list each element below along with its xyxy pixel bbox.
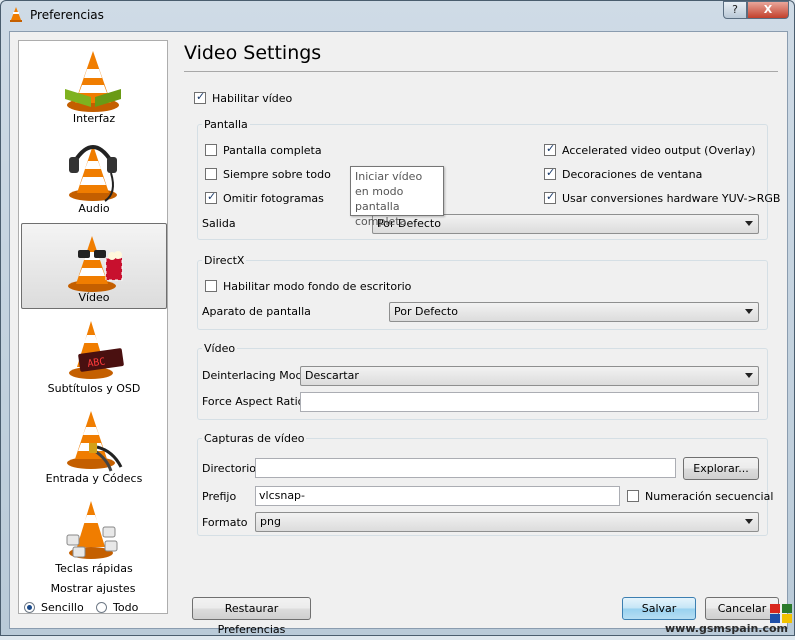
checkbox-box[interactable] xyxy=(194,90,206,104)
snapshot-dir-input[interactable] xyxy=(255,458,676,478)
display-device-label: Aparato de pantalla xyxy=(202,305,311,318)
snapshot-prefix-input[interactable]: vlcsnap- xyxy=(255,486,620,506)
subtitles-cone-icon: ABC xyxy=(69,321,124,379)
fullscreen-label: Pantalla completa xyxy=(223,144,322,157)
preferences-window: Preferencias ? X Interfaz Audio Vídeo AB… xyxy=(0,0,795,636)
output-select[interactable]: Por Defecto xyxy=(372,214,759,234)
help-button[interactable]: ? xyxy=(723,1,747,19)
browse-button[interactable]: Explorar... xyxy=(683,457,759,480)
display-device-select[interactable]: Por Defecto xyxy=(389,302,759,322)
radio-simple-label: Sencillo xyxy=(41,601,84,614)
group-video-title: Vídeo xyxy=(202,342,238,355)
yuv-rgb-label: Usar conversiones hardware YUV->RGB xyxy=(562,192,781,205)
title-bar[interactable]: Preferencias ? X xyxy=(1,1,794,29)
cancel-button[interactable]: Cancelar xyxy=(705,597,779,620)
chevron-down-icon xyxy=(745,373,753,378)
checkbox-box[interactable] xyxy=(205,280,217,292)
sequential-numbering-label: Numeración secuencial xyxy=(645,490,774,503)
group-pantalla-title: Pantalla xyxy=(202,118,250,131)
display-device-value: Por Defecto xyxy=(394,305,458,318)
client-area: Interfaz Audio Vídeo ABC Subtítulos y OS… xyxy=(9,31,788,636)
checkbox-box[interactable] xyxy=(544,166,556,180)
sidebar-item-subtitles[interactable]: ABC Subtítulos y OSD xyxy=(21,313,167,399)
reset-preferences-button[interactable]: Restaurar Preferencias xyxy=(192,597,311,636)
sidebar-item-interfaz[interactable]: Interfaz xyxy=(21,43,167,129)
sidebar-item-label: Audio xyxy=(78,202,110,215)
sequential-numbering-checkbox[interactable]: Numeración secuencial xyxy=(627,490,773,503)
radio-dot[interactable] xyxy=(96,602,107,613)
overlay-checkbox[interactable]: Accelerated video output (Overlay) xyxy=(544,142,756,157)
snapshot-format-label: Formato xyxy=(202,516,248,529)
window-title: Preferencias xyxy=(30,8,104,22)
chevron-down-icon xyxy=(745,221,753,226)
checkbox-box[interactable] xyxy=(205,168,217,180)
decorations-label: Decoraciones de ventana xyxy=(562,168,703,181)
checkbox-box[interactable] xyxy=(627,490,639,502)
chevron-down-icon xyxy=(745,519,753,524)
watermark-text: www.gsmspain.com xyxy=(665,622,789,635)
checkbox-box[interactable] xyxy=(544,142,556,156)
sidebar-item-video[interactable]: Vídeo xyxy=(21,223,167,309)
radio-dot[interactable] xyxy=(24,602,35,613)
page-title: Video Settings xyxy=(184,42,322,64)
aspect-ratio-input[interactable] xyxy=(300,392,759,412)
deinterlace-value: Descartar xyxy=(305,369,359,382)
drop-frames-checkbox[interactable]: Omitir fotogramas xyxy=(205,190,324,205)
sidebar-item-label: Entrada y Códecs xyxy=(45,472,143,485)
category-sidebar: Interfaz Audio Vídeo ABC Subtítulos y OS… xyxy=(18,40,168,614)
sidebar-item-label: Interfaz xyxy=(72,112,116,125)
hotkeys-cone-icon xyxy=(66,501,118,559)
interface-cone-icon xyxy=(65,51,121,112)
enable-video-checkbox[interactable]: Habilitar vídeo xyxy=(194,90,293,105)
decorations-checkbox[interactable]: Decoraciones de ventana xyxy=(544,166,703,181)
sidebar-item-label: Teclas rápidas xyxy=(55,562,133,575)
close-button[interactable]: X xyxy=(747,1,789,19)
vlc-cone-icon xyxy=(10,7,22,22)
overlay-label: Accelerated video output (Overlay) xyxy=(562,144,756,157)
radio-all-label: Todo xyxy=(113,601,139,614)
fullscreen-checkbox[interactable]: Pantalla completa xyxy=(205,144,322,157)
deinterlace-select[interactable]: Descartar xyxy=(300,366,759,386)
aspect-ratio-label: Force Aspect Ratio xyxy=(202,395,305,408)
headphones-cone-icon xyxy=(69,145,117,202)
title-divider xyxy=(184,71,778,72)
save-button[interactable]: Salvar xyxy=(622,597,696,620)
checkbox-box[interactable] xyxy=(205,144,217,156)
chevron-down-icon xyxy=(745,309,753,314)
sidebar-item-label: Vídeo xyxy=(78,291,110,304)
fullscreen-tooltip: Iniciar vídeo en modo pantalla completa xyxy=(350,166,444,228)
wallpaper-mode-checkbox[interactable]: Habilitar modo fondo de escritorio xyxy=(205,280,411,293)
snapshot-format-value: png xyxy=(260,515,281,528)
sidebar-item-hotkeys[interactable]: Teclas rápidas xyxy=(21,493,167,579)
input-codecs-cone-icon xyxy=(67,411,123,472)
group-directx-title: DirectX xyxy=(202,254,247,267)
radio-simple[interactable]: Sencillo xyxy=(24,601,84,614)
drop-frames-label: Omitir fotogramas xyxy=(223,192,324,205)
checkbox-box[interactable] xyxy=(544,190,556,204)
snapshot-format-select[interactable]: png xyxy=(255,512,759,532)
wallpaper-mode-label: Habilitar modo fondo de escritorio xyxy=(223,280,412,293)
output-label: Salida xyxy=(202,217,236,230)
snapshot-prefix-label: Prefijo xyxy=(202,490,237,503)
checkbox-box[interactable] xyxy=(205,190,217,204)
radio-all[interactable]: Todo xyxy=(96,601,138,614)
snapshot-dir-label: Directorio xyxy=(202,462,256,475)
sidebar-item-label: Subtítulos y OSD xyxy=(47,382,141,395)
always-on-top-label: Siempre sobre todo xyxy=(223,168,331,181)
video-cone-icon xyxy=(68,236,123,292)
show-settings-group: Mostrar ajustes Sencillo Todo xyxy=(18,582,168,624)
sidebar-item-input-codecs[interactable]: Entrada y Códecs xyxy=(21,403,167,489)
enable-video-label: Habilitar vídeo xyxy=(212,92,293,105)
yuv-rgb-checkbox[interactable]: Usar conversiones hardware YUV->RGB xyxy=(544,190,781,205)
sidebar-item-audio[interactable]: Audio xyxy=(21,133,167,219)
always-on-top-checkbox[interactable]: Siempre sobre todo xyxy=(205,168,331,181)
group-snapshots-title: Capturas de vídeo xyxy=(202,432,307,445)
show-settings-legend: Mostrar ajustes xyxy=(50,582,136,595)
deinterlace-label: Deinterlacing Mode xyxy=(202,369,310,382)
